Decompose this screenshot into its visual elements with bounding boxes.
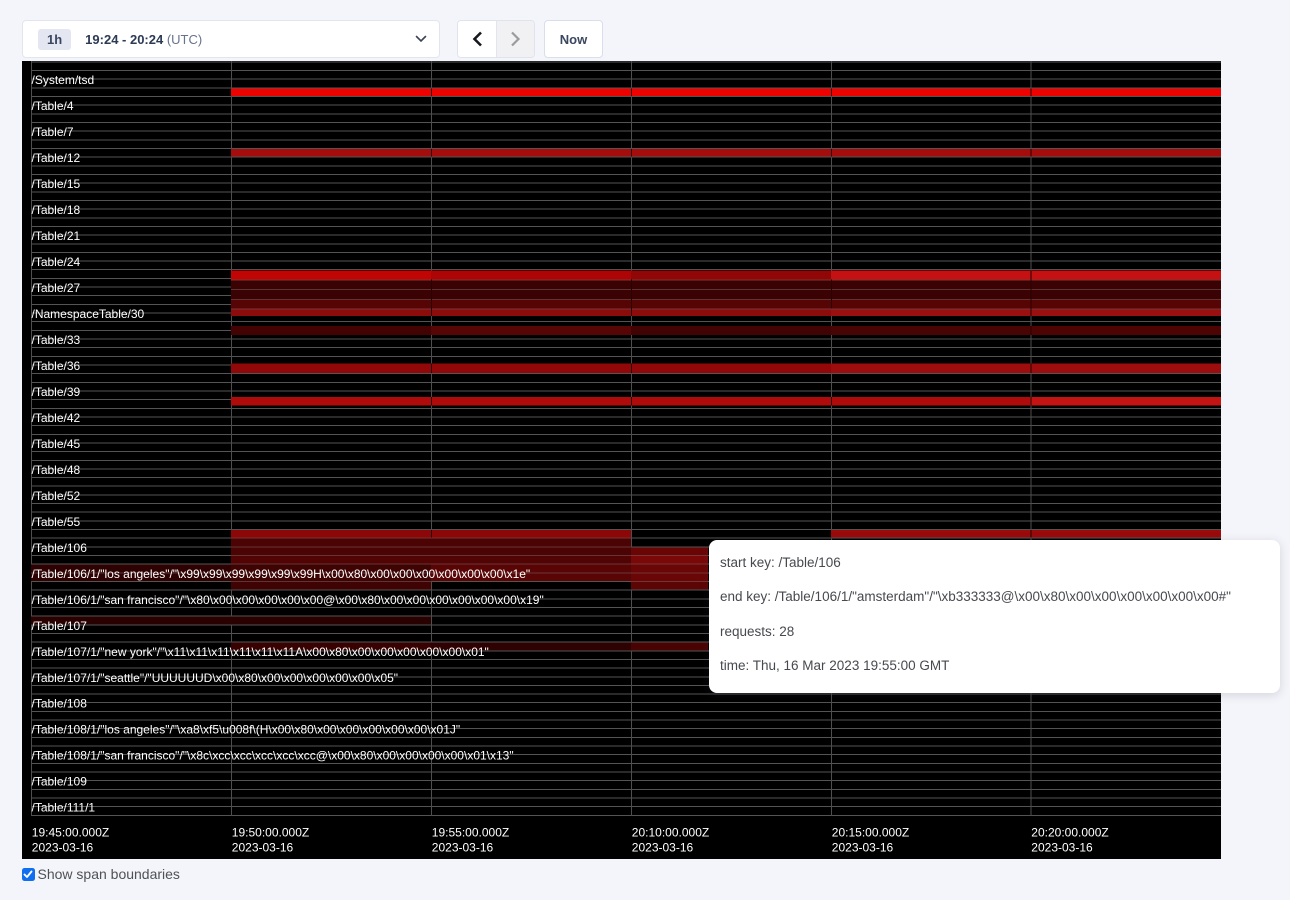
svg-text:/Table/21: /Table/21 — [32, 229, 81, 243]
svg-text:/Table/39: /Table/39 — [32, 385, 81, 399]
svg-text:19:55:00.000Z: 19:55:00.000Z — [432, 826, 509, 840]
svg-text:/Table/111/1: /Table/111/1 — [32, 801, 96, 815]
svg-text:2023-03-16: 2023-03-16 — [32, 841, 94, 855]
svg-text:/Table/106: /Table/106 — [32, 541, 88, 555]
svg-text:/Table/48: /Table/48 — [32, 463, 81, 477]
svg-text:19:50:00.000Z: 19:50:00.000Z — [232, 826, 309, 840]
svg-text:/Table/107/1/"seattle"/"UUUUUU: /Table/107/1/"seattle"/"UUUUUUD\x00\x80\… — [32, 671, 399, 685]
svg-text:20:15:00.000Z: 20:15:00.000Z — [832, 826, 909, 840]
svg-text:2023-03-16: 2023-03-16 — [632, 841, 694, 855]
svg-text:/Table/106/1/"los angeles"/"\x: /Table/106/1/"los angeles"/"\x99\x99\x99… — [32, 567, 531, 581]
svg-text:/Table/7: /Table/7 — [32, 125, 74, 139]
svg-text:/Table/15: /Table/15 — [32, 177, 81, 191]
svg-text:/Table/33: /Table/33 — [32, 333, 81, 347]
svg-text:/Table/107/1/"new york"/"\x11\: /Table/107/1/"new york"/"\x11\x11\x11\x1… — [32, 645, 489, 659]
svg-text:19:45:00.000Z: 19:45:00.000Z — [32, 826, 109, 840]
svg-text:2023-03-16: 2023-03-16 — [1031, 841, 1093, 855]
svg-text:/Table/108: /Table/108 — [32, 697, 88, 711]
svg-text:/Table/107: /Table/107 — [32, 619, 88, 633]
svg-text:/Table/108/1/"san francisco"/": /Table/108/1/"san francisco"/"\x8c\xcc\x… — [32, 749, 514, 763]
svg-text:/NamespaceTable/30: /NamespaceTable/30 — [32, 307, 145, 321]
svg-text:2023-03-16: 2023-03-16 — [232, 841, 294, 855]
svg-text:/System/tsd: /System/tsd — [32, 73, 95, 87]
svg-text:/Table/18: /Table/18 — [32, 203, 81, 217]
svg-text:/Table/106/1/"san francisco"/": /Table/106/1/"san francisco"/"\x80\x00\x… — [32, 593, 544, 607]
svg-text:/Table/55: /Table/55 — [32, 515, 81, 529]
svg-text:/Table/27: /Table/27 — [32, 281, 81, 295]
svg-text:/Table/109: /Table/109 — [32, 775, 88, 789]
svg-text:/Table/45: /Table/45 — [32, 437, 81, 451]
svg-text:/Table/36: /Table/36 — [32, 359, 81, 373]
svg-text:/Table/52: /Table/52 — [32, 489, 81, 503]
svg-text:/Table/4: /Table/4 — [32, 99, 74, 113]
svg-text:/Table/12: /Table/12 — [32, 151, 81, 165]
svg-text:/Table/42: /Table/42 — [32, 411, 81, 425]
svg-text:20:20:00.000Z: 20:20:00.000Z — [1031, 826, 1108, 840]
svg-text:/Table/108/1/"los angeles"/"\x: /Table/108/1/"los angeles"/"\xa8\xf5\u00… — [32, 723, 461, 737]
svg-text:/Table/24: /Table/24 — [32, 255, 81, 269]
svg-text:20:10:00.000Z: 20:10:00.000Z — [632, 826, 709, 840]
svg-text:2023-03-16: 2023-03-16 — [832, 841, 894, 855]
svg-text:2023-03-16: 2023-03-16 — [432, 841, 494, 855]
